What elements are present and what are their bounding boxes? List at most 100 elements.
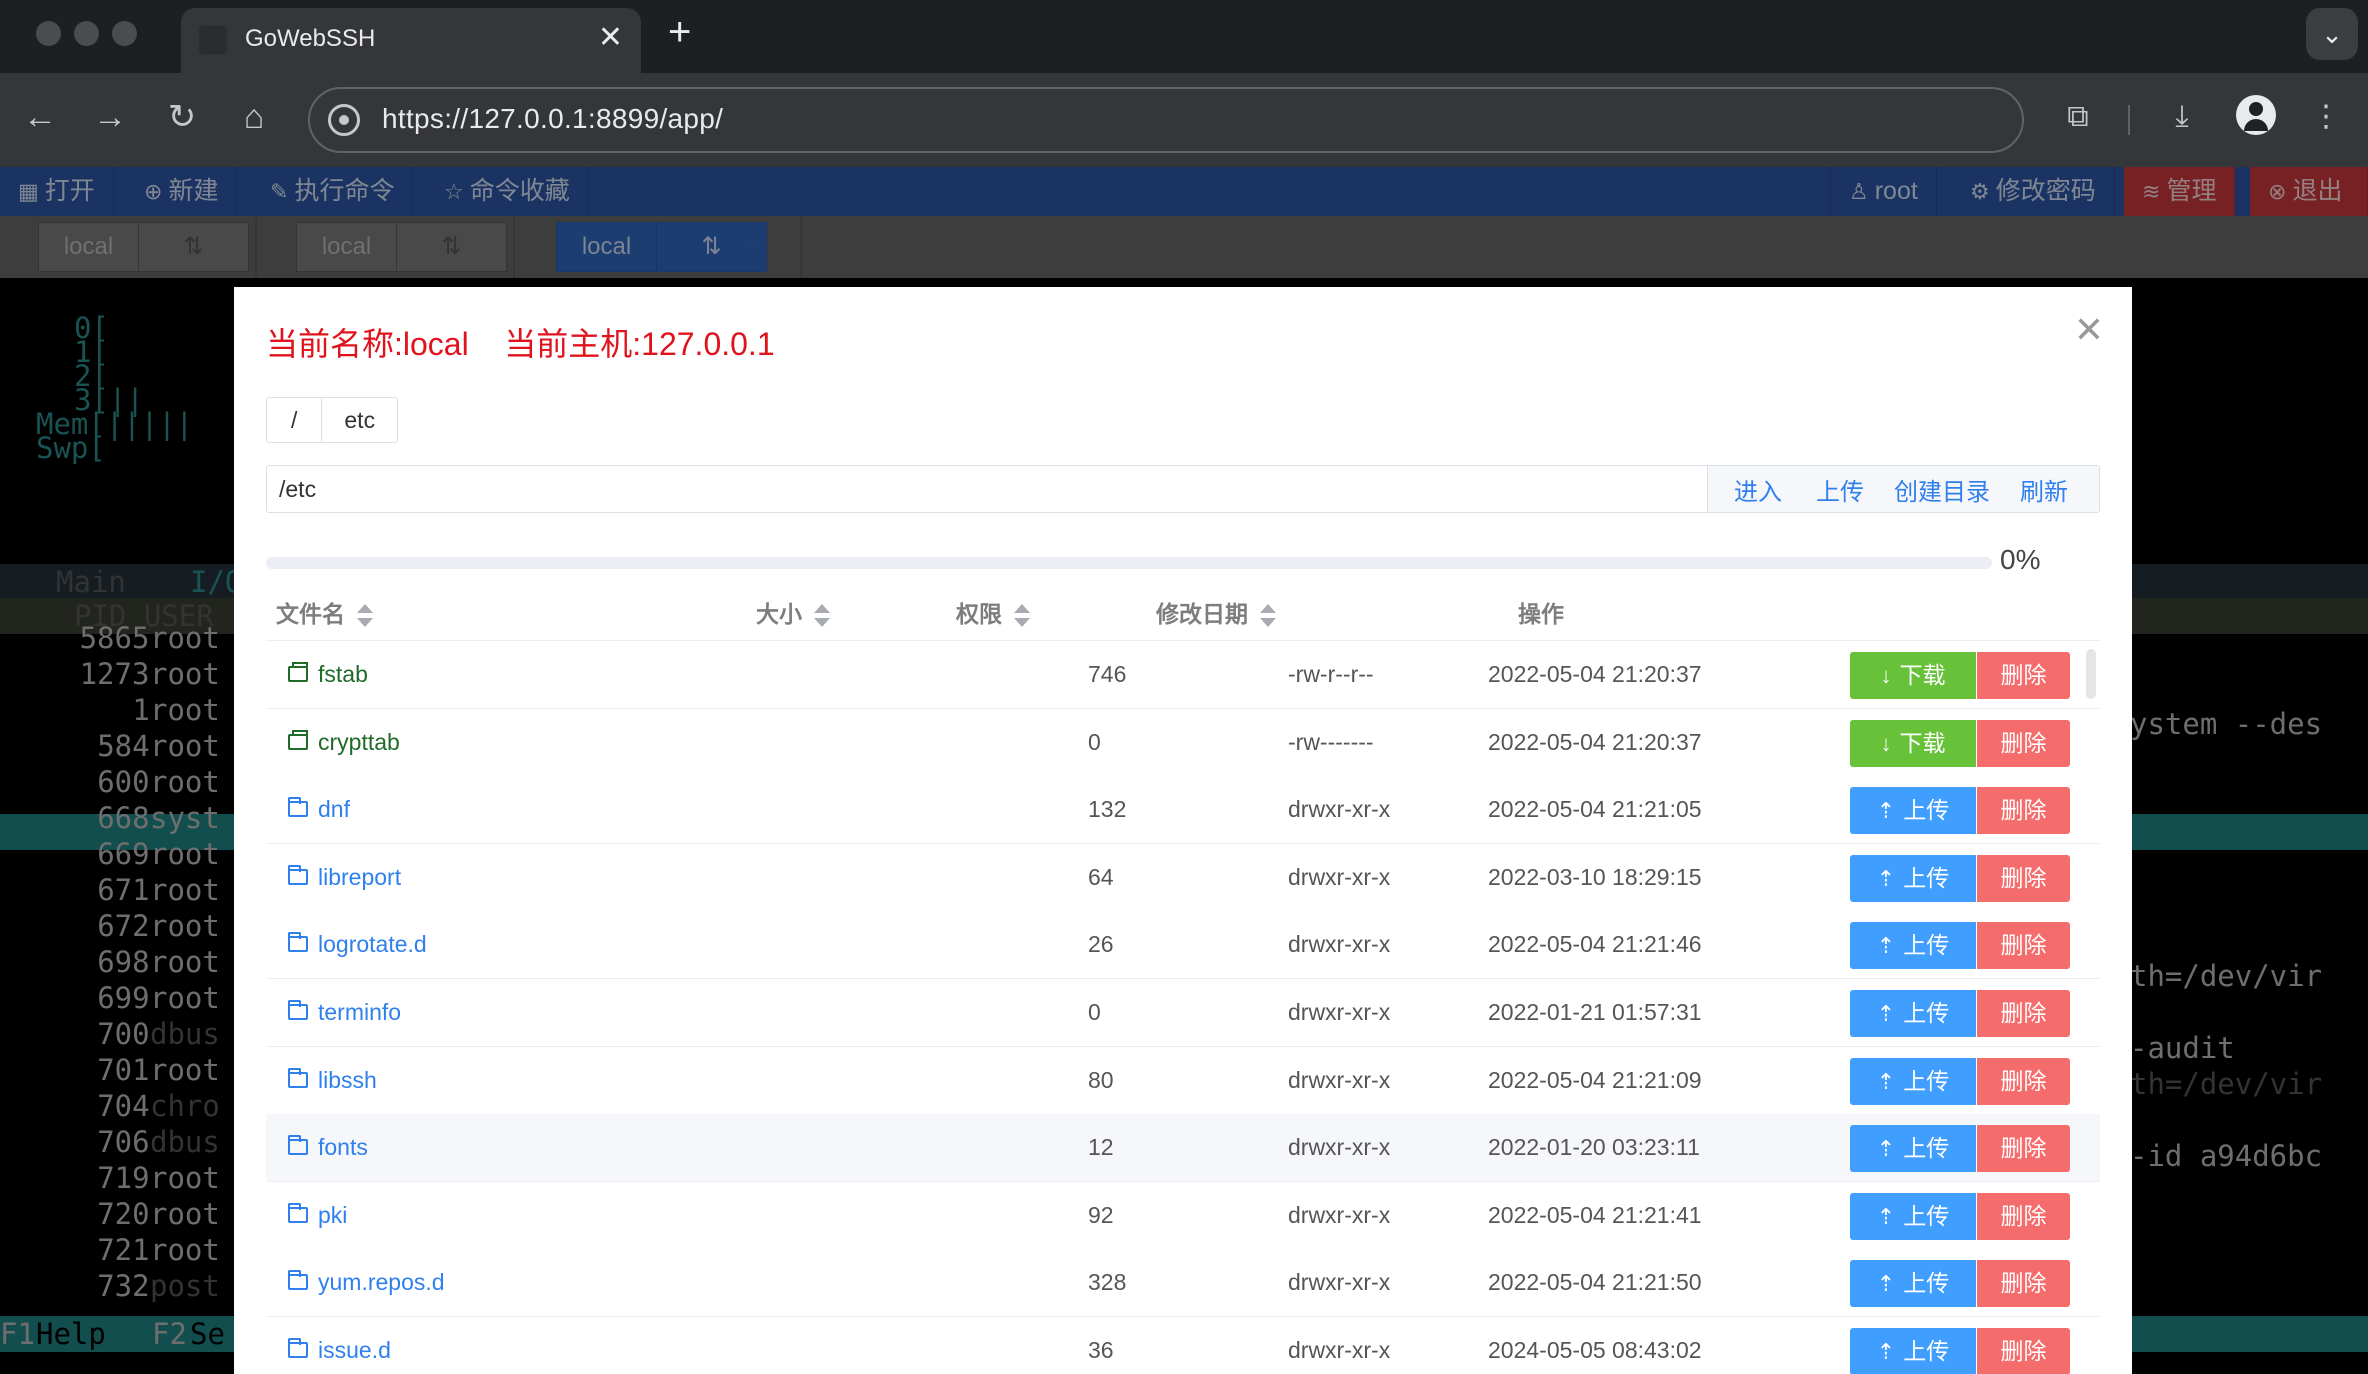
site-info-icon[interactable] (328, 104, 360, 136)
file-name[interactable]: dnf (318, 796, 350, 822)
table-row[interactable]: logrotate.d 26 drwxr-xr-x 2022-05-04 21:21:… (266, 911, 2100, 980)
file-name-cell[interactable]: fstab (288, 641, 368, 708)
file-name[interactable]: fstab (318, 661, 368, 687)
table-row[interactable]: yum.repos.d 328 drwxr-xr-x 2022-05-04 21:21… (266, 1249, 2100, 1318)
new-tab-button[interactable]: + (668, 10, 691, 55)
close-icon[interactable]: ✕ (2074, 309, 2104, 351)
upload-button[interactable]: ⇡ 上传 (1850, 1328, 1976, 1374)
upload-button[interactable]: 上传 (1816, 472, 1864, 507)
upload-button[interactable]: ⇡ 上传 (1850, 854, 1976, 902)
browser-tab-strip: GoWebSSH ✕ + ⌄ (0, 0, 2368, 73)
file-name-cell[interactable]: logrotate.d (288, 911, 427, 978)
profile-icon[interactable] (2236, 95, 2276, 135)
upload-button[interactable]: ⇡ 上传 (1850, 1260, 1976, 1308)
file-name-cell[interactable]: terminfo (288, 979, 401, 1046)
path-input[interactable] (267, 466, 1707, 512)
tab-close-icon[interactable]: ✕ (598, 20, 623, 55)
forward-icon[interactable]: → (88, 95, 132, 139)
sort-icon[interactable] (1012, 603, 1030, 629)
table-row[interactable]: fstab 746 -rw-r--r-- 2022-05-04 21:20:37 ↓ 下载… (266, 641, 2100, 709)
column-header-date[interactable]: 修改日期 (1156, 587, 1276, 641)
table-row[interactable]: crypttab 0 -rw------- 2022-05-04 21:20:37 ↓ 下… (266, 708, 2100, 777)
file-modified-date: 2024-05-05 08:43:02 (1488, 1337, 1702, 1363)
file-name[interactable]: issue.d (318, 1337, 391, 1363)
window-zoom-control[interactable] (112, 21, 137, 46)
delete-button[interactable]: 删除 (1976, 652, 2070, 699)
file-name-cell[interactable]: issue.d (288, 1317, 391, 1374)
file-name[interactable]: libreport (318, 864, 401, 890)
delete-button[interactable]: 删除 (1976, 1057, 2070, 1105)
file-name-cell[interactable]: fonts (288, 1114, 368, 1181)
upload-button[interactable]: ⇡ 上传 (1850, 990, 1976, 1037)
download-icon[interactable]: ⤓ (2160, 95, 2204, 139)
sort-icon[interactable] (812, 603, 830, 629)
upload-button[interactable]: ⇡ 上传 (1850, 1192, 1976, 1240)
column-header-perm[interactable]: 权限 (956, 587, 1030, 641)
delete-button[interactable]: 删除 (1976, 719, 2070, 767)
breadcrumb-root[interactable]: / (267, 398, 323, 442)
extensions-icon[interactable]: ⧉ (2056, 95, 2100, 139)
file-name-cell[interactable]: libreport (288, 844, 401, 911)
file-name-cell[interactable]: libssh (288, 1047, 377, 1114)
delete-button[interactable]: 删除 (1976, 1192, 2070, 1240)
url-text[interactable]: https://127.0.0.1:8899/app/ (382, 103, 723, 135)
row-actions: ⇡ 上传 删除 (1850, 787, 2070, 835)
browser-tab[interactable]: GoWebSSH ✕ (181, 8, 641, 73)
file-name-cell[interactable]: dnf (288, 776, 350, 843)
upload-button[interactable]: ⇡ 上传 (1850, 1125, 1976, 1173)
row-actions: ⇡ 上传 删除 (1850, 854, 2070, 902)
breadcrumb-item[interactable]: etc (322, 398, 397, 442)
upload-label: 上传 (1903, 1135, 1950, 1162)
file-name[interactable]: terminfo (318, 999, 401, 1025)
tab-title: GoWebSSH (245, 25, 376, 52)
mkdir-button[interactable]: 创建目录 (1894, 472, 1990, 507)
window-close-control[interactable] (36, 21, 61, 46)
file-name[interactable]: fonts (318, 1134, 368, 1160)
address-bar[interactable]: https://127.0.0.1:8899/app/ (308, 87, 2024, 153)
table-row[interactable]: terminfo 0 drwxr-xr-x 2022-01-21 01:57:31 ⇡ 上… (266, 979, 2100, 1047)
home-icon[interactable]: ⌂ (232, 95, 276, 139)
row-actions: ⇡ 上传 删除 (1850, 1057, 2070, 1105)
file-name[interactable]: yum.repos.d (318, 1269, 445, 1295)
file-name[interactable]: libssh (318, 1067, 377, 1093)
table-row[interactable]: libreport 64 drwxr-xr-x 2022-03-10 18:29:15… (266, 843, 2100, 912)
table-row[interactable]: issue.d 36 drwxr-xr-x 2024-05-05 08:43:02 ⇡ 上… (266, 1317, 2100, 1374)
sort-icon[interactable] (1258, 603, 1276, 629)
file-name[interactable]: crypttab (318, 729, 400, 755)
delete-button[interactable]: 删除 (1976, 990, 2070, 1037)
table-row[interactable]: libssh 80 drwxr-xr-x 2022-05-04 21:21:09 ⇡ 上传… (266, 1046, 2100, 1115)
refresh-button[interactable]: 刷新 (2020, 472, 2068, 507)
upload-button[interactable]: ⇡ 上传 (1850, 1057, 1976, 1105)
sort-icon[interactable] (355, 603, 373, 629)
upload-button[interactable]: ⇡ 上传 (1850, 787, 1976, 835)
delete-button[interactable]: 删除 (1976, 1328, 2070, 1374)
upload-button[interactable]: ⇡ 上传 (1850, 922, 1976, 970)
column-header-name[interactable]: 文件名 (276, 587, 373, 641)
delete-button[interactable]: 删除 (1976, 854, 2070, 902)
delete-label: 删除 (2000, 864, 2047, 891)
delete-button[interactable]: 删除 (1976, 922, 2070, 970)
table-row[interactable]: pki 92 drwxr-xr-x 2022-05-04 21:21:41 ⇡ 上传 删除 (266, 1181, 2100, 1250)
upload-label: 上传 (1903, 1270, 1950, 1297)
file-name[interactable]: pki (318, 1202, 347, 1228)
tab-search-button[interactable]: ⌄ (2306, 8, 2358, 60)
table-row[interactable]: fonts 12 drwxr-xr-x 2022-01-20 03:23:11 ⇡ 上传 删… (266, 1114, 2100, 1183)
table-scrollbar[interactable] (2086, 649, 2096, 699)
delete-button[interactable]: 删除 (1976, 1125, 2070, 1173)
file-name-cell[interactable]: pki (288, 1182, 347, 1249)
download-button[interactable]: ↓ 下载 (1850, 719, 1976, 767)
file-name-cell[interactable]: crypttab (288, 709, 400, 776)
file-name[interactable]: logrotate.d (318, 931, 427, 957)
table-row[interactable]: dnf 132 drwxr-xr-x 2022-05-04 21:21:05 ⇡ 上传 删除 (266, 776, 2100, 845)
file-name-cell[interactable]: yum.repos.d (288, 1249, 445, 1316)
delete-button[interactable]: 删除 (1976, 1260, 2070, 1308)
delete-button[interactable]: 删除 (1976, 787, 2070, 835)
column-header-size[interactable]: 大小 (756, 587, 830, 641)
menu-icon[interactable]: ⋮ (2304, 95, 2348, 139)
file-modified-date: 2022-05-04 21:20:37 (1488, 661, 1702, 687)
download-button[interactable]: ↓ 下载 (1850, 652, 1976, 699)
window-minimize-control[interactable] (74, 21, 99, 46)
enter-button[interactable]: 进入 (1734, 472, 1782, 507)
back-icon[interactable]: ← (18, 95, 62, 139)
reload-icon[interactable]: ↻ (160, 95, 204, 139)
